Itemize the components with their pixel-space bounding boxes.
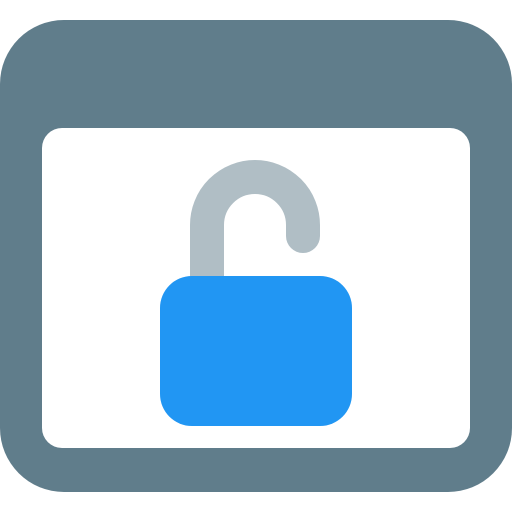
icon-canvas bbox=[0, 0, 512, 512]
browser-unlock-icon bbox=[0, 20, 512, 492]
padlock-body-icon bbox=[160, 276, 352, 426]
